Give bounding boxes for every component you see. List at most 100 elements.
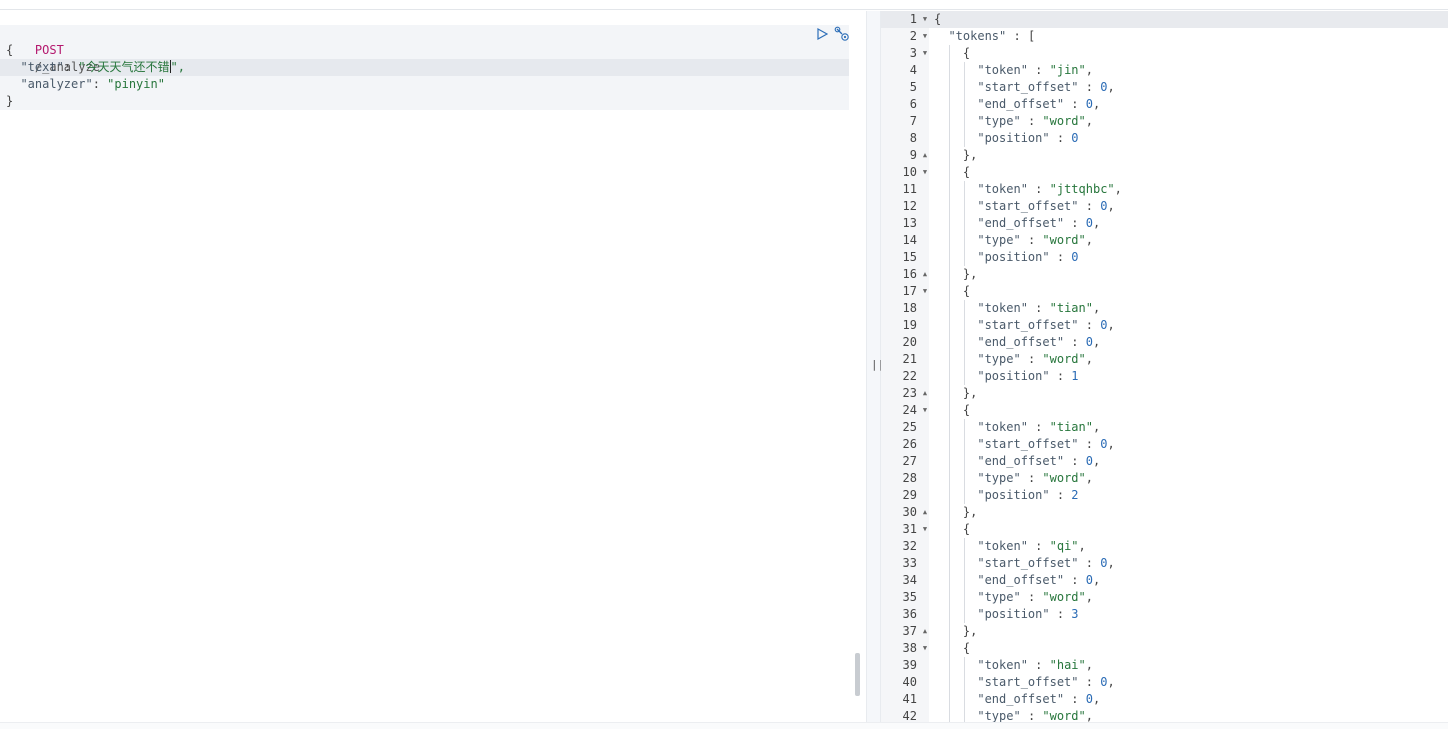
request-editor[interactable]: POST /_analyze { "text": "今天天气还不错", "ana… [0,11,866,722]
fold-expand-icon[interactable]: ▲ [921,504,929,521]
request-text-line[interactable]: "text": "今天天气还不错", [6,59,185,76]
line-number: 19 [902,318,917,332]
line-number: 10 [902,165,917,179]
response-line: "token" : "jttqhbc", [977,182,1122,196]
response-line: { [934,641,971,655]
response-line: "start_offset" : 0, [977,437,1115,451]
line-number: 42 [902,709,917,722]
response-line: "position" : 2 [977,488,1079,502]
response-line: "end_offset" : 0, [977,692,1101,706]
response-line: "start_offset" : 0, [977,556,1115,570]
request-actions [814,25,850,43]
line-number: 2 [909,29,917,43]
response-line: "position" : 3 [977,607,1079,621]
http-method: POST [34,43,64,57]
response-line: "end_offset" : 0, [977,573,1101,587]
response-line: }, [934,505,978,519]
fold-expand-icon[interactable]: ▲ [921,266,929,283]
response-line: "token" : "tian", [977,420,1101,434]
response-line: }, [934,267,978,281]
line-number: 5 [909,80,917,94]
response-line: "position" : 0 [977,131,1079,145]
response-line: "type" : "word", [977,114,1093,128]
response-line: }, [934,386,978,400]
response-line: "type" : "word", [977,709,1093,722]
fold-collapse-icon[interactable]: ▼ [921,640,929,657]
line-number: 39 [902,658,917,672]
line-number: 22 [902,369,917,383]
line-number: 38 [902,641,917,655]
line-number: 29 [902,488,917,502]
line-number: 41 [902,692,917,706]
response-line: "position" : 0 [977,250,1079,264]
line-number: 37 [902,624,917,638]
request-scrollbar[interactable] [855,653,860,696]
line-number: 9 [909,148,917,162]
request-analyzer-line[interactable]: "analyzer": "pinyin" [6,76,165,93]
response-line: "start_offset" : 0, [977,80,1115,94]
fold-collapse-icon[interactable]: ▼ [921,283,929,300]
fold-collapse-icon[interactable]: ▼ [921,11,929,28]
line-number: 30 [902,505,917,519]
line-number: 8 [909,131,917,145]
line-number: 28 [902,471,917,485]
response-line: }, [934,148,978,162]
response-line: "start_offset" : 0, [977,675,1115,689]
line-number: 27 [902,454,917,468]
fold-collapse-icon[interactable]: ▼ [921,402,929,419]
response-line: "tokens" : [ [948,29,1036,43]
response-line: "end_offset" : 0, [977,335,1101,349]
line-number: 34 [902,573,917,587]
response-line: { [934,522,971,536]
line-number: 23 [902,386,917,400]
line-number: 20 [902,335,917,349]
line-number: 25 [902,420,917,434]
line-number: 24 [902,403,917,417]
request-close-brace[interactable]: } [6,93,13,110]
line-number: 6 [909,97,917,111]
response-line: "token" : "hai", [977,658,1093,672]
fold-collapse-icon[interactable]: ▼ [921,28,929,45]
response-line: "type" : "word", [977,590,1093,604]
line-number: 1 [909,12,917,26]
line-number: 7 [909,114,917,128]
response-line: { [934,12,942,26]
request-method-line[interactable]: POST /_analyze [6,25,100,74]
line-number: 36 [902,607,917,621]
fold-collapse-icon[interactable]: ▼ [921,45,929,62]
fold-expand-icon[interactable]: ▲ [921,623,929,640]
fold-collapse-icon[interactable]: ▼ [921,164,929,181]
line-number: 11 [902,182,917,196]
line-number: 13 [902,216,917,230]
response-viewer[interactable]: 1 ▼ {2 ▼ "tokens" : [3 ▼ {4 "token" : "jin",… [881,11,1448,722]
line-number: 21 [902,352,917,366]
fold-expand-icon[interactable]: ▲ [921,147,929,164]
line-number: 26 [902,437,917,451]
fold-collapse-icon[interactable]: ▼ [921,521,929,538]
line-number: 31 [902,522,917,536]
response-line: "end_offset" : 0, [977,216,1101,230]
line-number: 4 [909,63,917,77]
response-line: "type" : "word", [977,471,1093,485]
response-line: "end_offset" : 0, [977,454,1101,468]
wrench-icon[interactable] [834,26,850,42]
line-number: 17 [902,284,917,298]
response-line: "start_offset" : 0, [977,318,1115,332]
response-line: { [934,165,971,179]
line-number: 15 [902,250,917,264]
text-key: "text" [20,60,64,74]
response-line: "token" : "tian", [977,301,1101,315]
response-line: "type" : "word", [977,352,1093,366]
line-number: 3 [909,46,917,60]
response-active-line [881,11,1448,28]
line-number: 40 [902,675,917,689]
request-open-brace[interactable]: { [6,42,13,59]
line-number: 35 [902,590,917,604]
line-number: 14 [902,233,917,247]
fold-expand-icon[interactable]: ▲ [921,385,929,402]
play-icon[interactable] [814,26,830,42]
response-line: "end_offset" : 0, [977,97,1101,111]
top-border [0,0,1448,10]
analyzer-key: "analyzer" [20,77,93,91]
response-line: }, [934,624,978,638]
